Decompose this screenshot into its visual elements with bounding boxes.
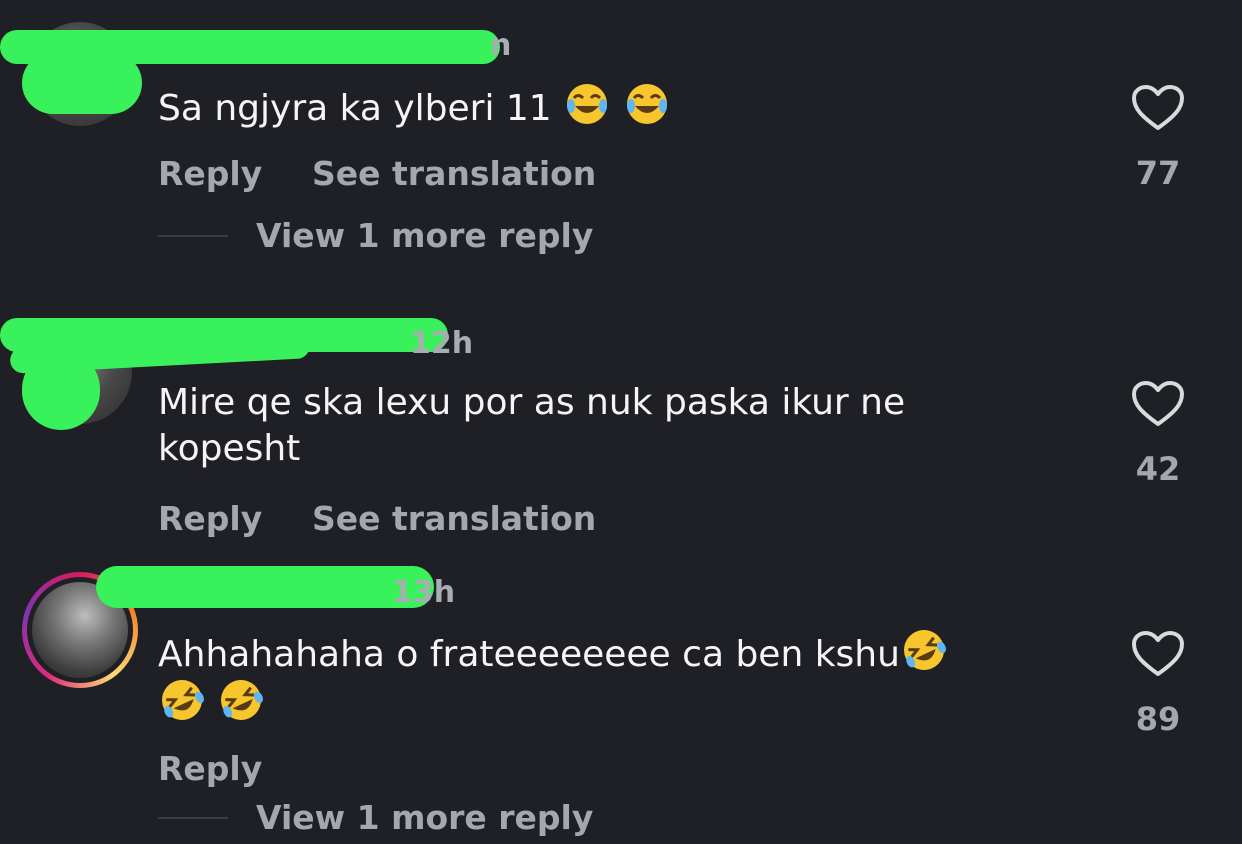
reply-button[interactable]: Reply [158, 749, 262, 788]
like-count: 77 [1135, 154, 1181, 192]
rolling-on-floor-laughing-icon [162, 680, 204, 720]
comment-timestamp: 13h [392, 575, 456, 610]
comments-page: n Sa ngjyra ka ylberi 11 Reply See trans… [0, 0, 1242, 844]
comment-timestamp: n [490, 28, 512, 63]
view-more-replies[interactable]: View 1 more reply [158, 798, 593, 837]
like-control: 77 [1130, 84, 1186, 192]
rolling-on-floor-laughing-icon [221, 680, 264, 720]
like-count: 89 [1135, 700, 1181, 738]
see-translation-button[interactable]: See translation [312, 499, 596, 538]
comment-text: Ahhahahaha o frateeeeeeee ca ben kshu [158, 628, 1038, 728]
redaction-mark [96, 566, 434, 608]
comment-timestamp: 12h [410, 326, 474, 361]
divider [158, 816, 228, 819]
redaction-mark [22, 350, 100, 430]
heart-outline-icon[interactable] [1131, 630, 1185, 678]
view-more-replies-label: View 1 more reply [256, 216, 594, 255]
like-control: 89 [1130, 630, 1186, 738]
view-more-replies[interactable]: View 1 more reply [158, 216, 593, 255]
heart-outline-icon[interactable] [1131, 380, 1185, 428]
reply-button[interactable]: Reply [158, 499, 262, 538]
comment-text-body: Sa ngjyra ka ylberi 11 [158, 88, 552, 129]
divider [158, 234, 228, 237]
like-control: 42 [1130, 380, 1186, 488]
view-more-replies-label: View 1 more reply [256, 798, 594, 837]
comment-text: Mire qe ska lexu por as nuk paska ikur n… [158, 382, 906, 469]
like-count: 42 [1135, 450, 1181, 488]
see-translation-button[interactable]: See translation [312, 154, 596, 193]
comment-text-body: Ahhahahaha o frateeeeeeee ca ben kshu [158, 634, 900, 675]
rolling-on-floor-laughing-icon [903, 630, 946, 670]
redaction-mark [22, 52, 142, 114]
reply-button[interactable]: Reply [158, 154, 262, 193]
heart-outline-icon[interactable] [1131, 84, 1185, 132]
comment-text: Sa ngjyra ka ylberi 11 [158, 82, 1058, 132]
face-with-tears-of-joy-icon [626, 84, 667, 124]
face-with-tears-of-joy-icon [567, 84, 608, 124]
